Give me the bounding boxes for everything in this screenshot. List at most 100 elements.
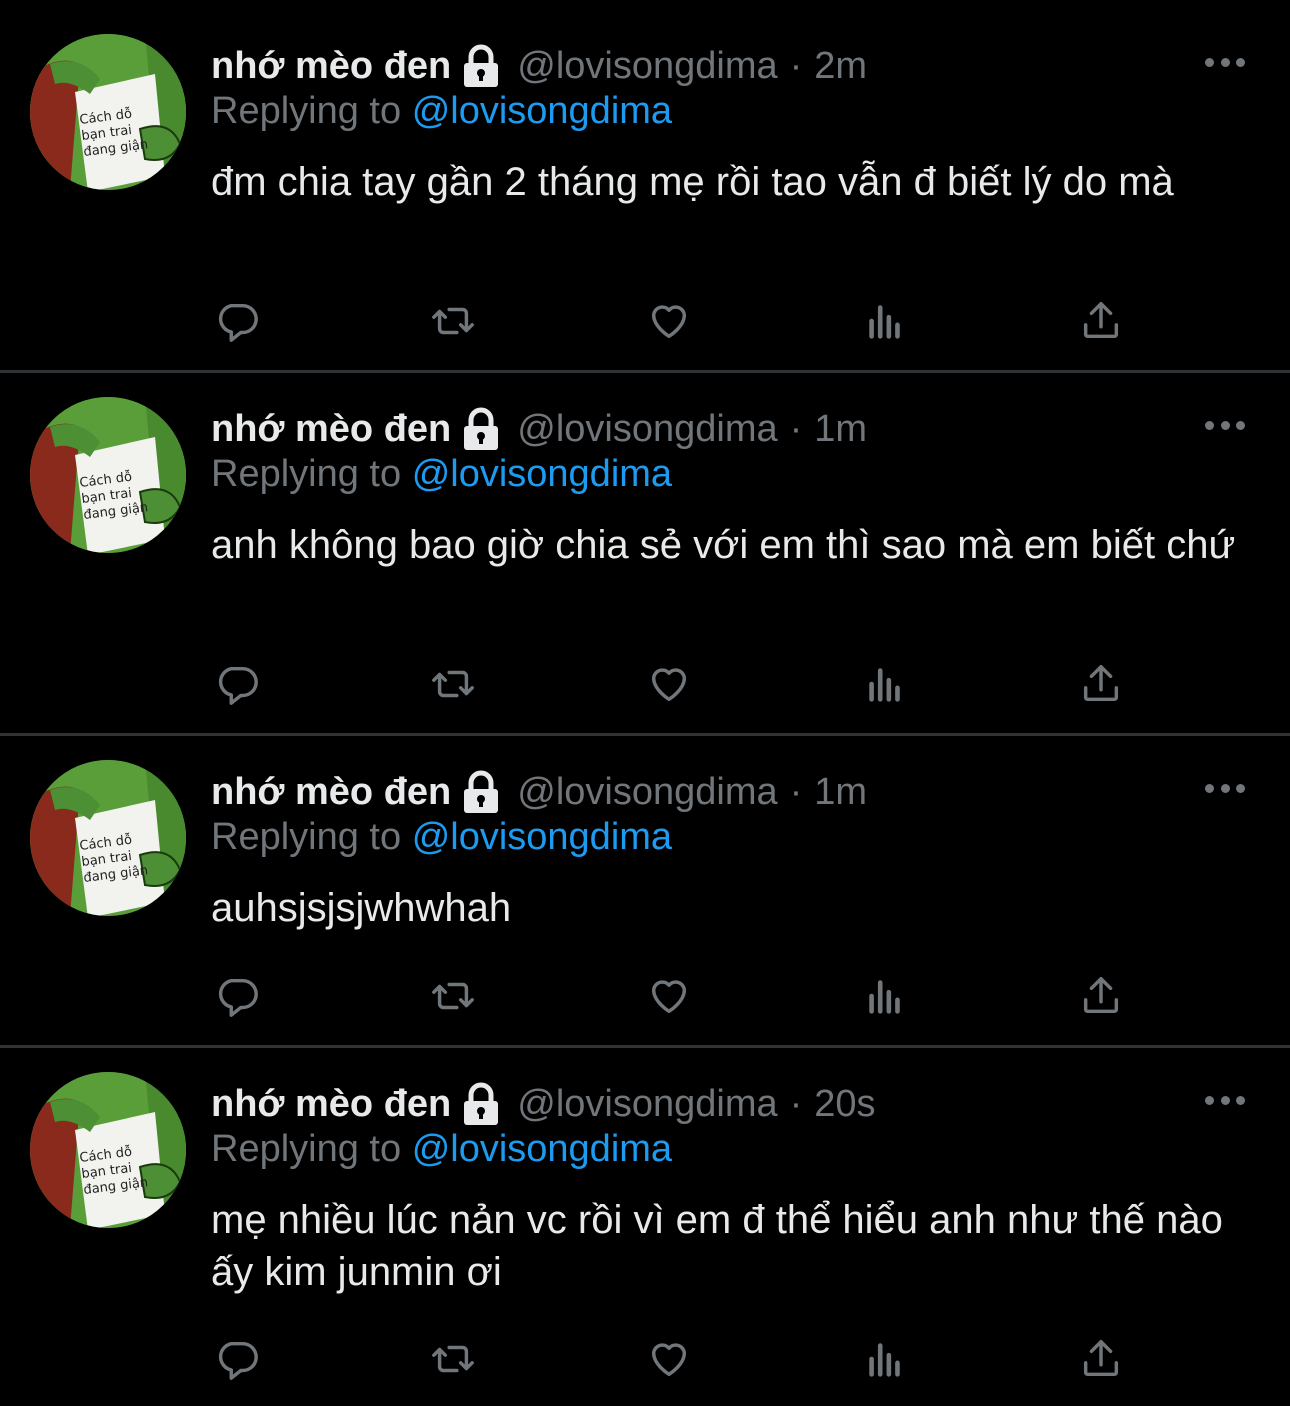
more-icon[interactable]: [1205, 415, 1245, 435]
replying-label: Replying to: [211, 90, 402, 132]
tweet-text: auhsjsjsjwhwhah: [211, 886, 512, 930]
replying-to: Replying to @lovisongdima: [211, 90, 672, 133]
username[interactable]: @lovisongdima: [517, 45, 777, 88]
replying-label: Replying to: [211, 1128, 402, 1170]
reply-button[interactable]: [211, 1334, 263, 1384]
username[interactable]: @lovisongdima: [517, 408, 777, 451]
separator-dot: ·: [789, 44, 803, 87]
share-button[interactable]: [1075, 1334, 1127, 1384]
heart-icon: [651, 980, 687, 1014]
tweet[interactable]: Cách dỗ bạn trai đang giận nhớ mèo đen @…: [0, 373, 1290, 733]
retweet-icon: [432, 307, 474, 335]
avatar-image: Cách dỗ bạn trai đang giận: [30, 397, 186, 553]
analytics-icon: [869, 980, 900, 1014]
tweet-header: nhớ mèo đen @lovisongdima · 20s: [211, 1076, 876, 1132]
share-button[interactable]: [1075, 971, 1127, 1021]
tweet-text: anh không bao giờ chia sẻ với em thì sao…: [211, 523, 1236, 567]
replying-to: Replying to @lovisongdima: [211, 816, 672, 859]
timestamp[interactable]: 1m: [814, 408, 867, 451]
tweet[interactable]: Cách dỗ bạn trai đang giận nhớ mèo đen @…: [0, 736, 1290, 1045]
more-icon[interactable]: [1205, 1090, 1245, 1110]
share-icon: [1083, 977, 1119, 1014]
avatar[interactable]: Cách dỗ bạn trai đang giận: [30, 1072, 186, 1228]
mention-link[interactable]: @lovisongdima: [412, 453, 672, 495]
heart-icon: [651, 668, 687, 702]
reply-button[interactable]: [211, 971, 263, 1021]
action-bar: [211, 1334, 1131, 1384]
avatar-image: Cách dỗ bạn trai đang giận: [30, 34, 186, 190]
like-button[interactable]: [643, 971, 695, 1021]
avatar-image: Cách dỗ bạn trai đang giận: [30, 760, 186, 916]
replying-label: Replying to: [211, 816, 402, 858]
analytics-button[interactable]: [859, 1334, 911, 1384]
replying-label: Replying to: [211, 453, 402, 495]
share-icon: [1083, 302, 1119, 339]
like-button[interactable]: [643, 659, 695, 709]
retweet-button[interactable]: [427, 296, 479, 346]
more-icon[interactable]: [1205, 52, 1245, 72]
avatar[interactable]: Cách dỗ bạn trai đang giận: [30, 34, 186, 190]
avatar-image: Cách dỗ bạn trai đang giận: [30, 1072, 186, 1228]
tweet-header: nhớ mèo đen @lovisongdima · 1m: [211, 764, 867, 820]
replying-to: Replying to @lovisongdima: [211, 453, 672, 496]
retweet-icon: [432, 670, 474, 698]
replying-to: Replying to @lovisongdima: [211, 1128, 672, 1171]
mention-link[interactable]: @lovisongdima: [412, 1128, 672, 1170]
reply-icon: [218, 1341, 258, 1380]
analytics-button[interactable]: [859, 971, 911, 1021]
display-name[interactable]: nhớ mèo đen: [211, 45, 451, 88]
avatar[interactable]: Cách dỗ bạn trai đang giận: [30, 397, 186, 553]
separator-dot: ·: [789, 407, 803, 450]
reply-button[interactable]: [211, 296, 263, 346]
analytics-icon: [869, 1343, 900, 1377]
reply-button[interactable]: [211, 659, 263, 709]
reply-icon: [218, 978, 258, 1017]
mention-link[interactable]: @lovisongdima: [412, 90, 672, 132]
avatar[interactable]: Cách dỗ bạn trai đang giận: [30, 760, 186, 916]
timestamp[interactable]: 1m: [814, 771, 867, 814]
tweet[interactable]: Cách dỗ bạn trai đang giận nhớ mèo đen @…: [0, 0, 1290, 370]
retweet-button[interactable]: [427, 971, 479, 1021]
reply-icon: [218, 303, 258, 342]
analytics-button[interactable]: [859, 659, 911, 709]
separator-dot: ·: [789, 1082, 803, 1125]
tweet-text: mẹ nhiều lúc nản vc rồi vì em đ thể hiểu…: [211, 1198, 1223, 1294]
retweet-button[interactable]: [427, 1334, 479, 1384]
reply-icon: [218, 666, 258, 705]
more-icon[interactable]: [1205, 778, 1245, 798]
heart-icon: [651, 305, 687, 339]
tweet-text: đm chia tay gần 2 tháng mẹ rồi tao vẫn đ…: [211, 160, 1174, 204]
timestamp[interactable]: 20s: [814, 1083, 875, 1126]
analytics-button[interactable]: [859, 296, 911, 346]
lock-icon: [464, 407, 499, 450]
action-bar: [211, 296, 1131, 346]
retweet-icon: [432, 982, 474, 1010]
retweet-icon: [432, 1345, 474, 1373]
display-name[interactable]: nhớ mèo đen: [211, 771, 451, 814]
share-icon: [1083, 1340, 1119, 1377]
lock-icon: [464, 770, 499, 813]
heart-icon: [651, 1343, 687, 1377]
retweet-button[interactable]: [427, 659, 479, 709]
lock-icon: [464, 44, 499, 87]
share-icon: [1083, 665, 1119, 702]
display-name[interactable]: nhớ mèo đen: [211, 408, 451, 451]
username[interactable]: @lovisongdima: [517, 771, 777, 814]
analytics-icon: [869, 305, 900, 339]
like-button[interactable]: [643, 1334, 695, 1384]
mention-link[interactable]: @lovisongdima: [412, 816, 672, 858]
timestamp[interactable]: 2m: [814, 45, 867, 88]
action-bar: [211, 971, 1131, 1021]
separator-dot: ·: [789, 770, 803, 813]
share-button[interactable]: [1075, 659, 1127, 709]
like-button[interactable]: [643, 296, 695, 346]
tweet-header: nhớ mèo đen @lovisongdima · 2m: [211, 38, 867, 94]
username[interactable]: @lovisongdima: [517, 1083, 777, 1126]
tweet-header: nhớ mèo đen @lovisongdima · 1m: [211, 401, 867, 457]
share-button[interactable]: [1075, 296, 1127, 346]
analytics-icon: [869, 668, 900, 702]
action-bar: [211, 659, 1131, 709]
display-name[interactable]: nhớ mèo đen: [211, 1083, 451, 1126]
tweet[interactable]: Cách dỗ bạn trai đang giận nhớ mèo đen @…: [0, 1048, 1290, 1406]
lock-icon: [464, 1082, 499, 1125]
